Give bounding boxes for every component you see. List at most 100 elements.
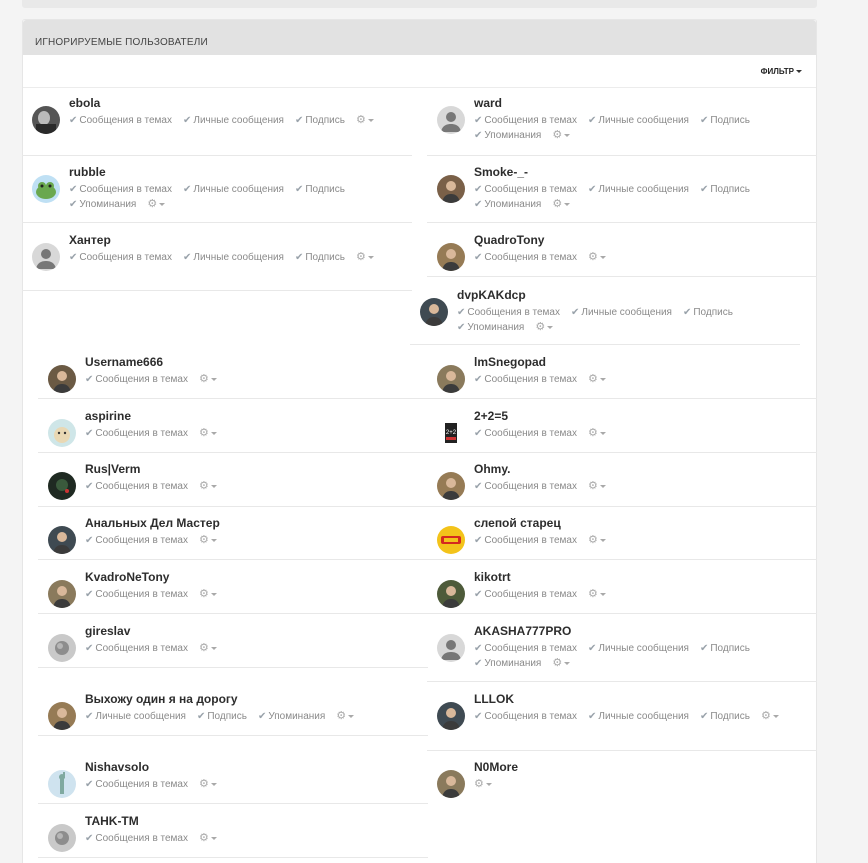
ignore-option-sig[interactable]: ✔ Подпись: [295, 113, 345, 128]
username-link[interactable]: Ohmy.: [474, 462, 510, 476]
ignore-option-pm[interactable]: ✔ Личные сообщения: [85, 709, 186, 724]
user-avatar[interactable]: [437, 526, 465, 554]
ignore-option-topics[interactable]: ✔ Сообщения в темах: [85, 587, 188, 602]
ignore-option-topics[interactable]: ✔ Сообщения в темах: [474, 587, 577, 602]
gear-icon[interactable]: ⚙: [356, 250, 374, 265]
user-avatar[interactable]: [48, 634, 76, 662]
user-avatar[interactable]: [48, 526, 76, 554]
gear-icon[interactable]: ⚙: [199, 831, 217, 846]
ignore-option-mentions[interactable]: ✔ Упоминания: [474, 128, 541, 143]
ignore-option-sig[interactable]: ✔ Подпись: [700, 182, 750, 197]
username-link[interactable]: AKASHA777PRO: [474, 624, 571, 638]
user-avatar[interactable]: [437, 175, 465, 203]
username-link[interactable]: QuadroTony: [474, 233, 544, 247]
gear-icon[interactable]: ⚙: [199, 479, 217, 494]
gear-icon[interactable]: ⚙: [588, 250, 606, 265]
user-avatar[interactable]: [32, 175, 60, 203]
ignore-option-topics[interactable]: ✔ Сообщения в темах: [85, 777, 188, 792]
ignore-option-mentions[interactable]: ✔ Упоминания: [474, 197, 541, 212]
ignore-option-sig[interactable]: ✔ Подпись: [700, 641, 750, 656]
ignore-option-pm[interactable]: ✔ Личные сообщения: [588, 182, 689, 197]
gear-icon[interactable]: ⚙: [535, 320, 554, 335]
user-avatar[interactable]: [437, 770, 465, 798]
gear-icon[interactable]: ⚙: [588, 372, 606, 387]
username-link[interactable]: Выхожу один я на дорогу: [85, 692, 238, 706]
ignore-option-sig[interactable]: ✔ Подпись: [295, 182, 345, 197]
gear-icon[interactable]: ⚙: [588, 426, 606, 441]
ignore-option-topics[interactable]: ✔ Сообщения в темах: [85, 426, 188, 441]
ignore-option-topics[interactable]: ✔ Сообщения в темах: [85, 533, 188, 548]
user-avatar[interactable]: [437, 580, 465, 608]
gear-icon[interactable]: ⚙: [761, 709, 779, 724]
user-avatar[interactable]: [420, 298, 448, 326]
gear-icon[interactable]: ⚙: [199, 641, 217, 656]
username-link[interactable]: gireslav: [85, 624, 130, 638]
user-avatar[interactable]: [48, 365, 76, 393]
user-avatar[interactable]: [32, 243, 60, 271]
user-avatar[interactable]: [48, 702, 76, 730]
username-link[interactable]: dvpKAKdcp: [457, 288, 526, 302]
username-link[interactable]: 2+2=5: [474, 409, 508, 423]
ignore-option-topics[interactable]: ✔ Сообщения в темах: [474, 479, 577, 494]
ignore-option-topics[interactable]: ✔ Сообщения в темах: [69, 113, 172, 128]
user-avatar[interactable]: [32, 106, 60, 134]
username-link[interactable]: lmSnegopad: [474, 355, 546, 369]
gear-icon[interactable]: ⚙: [199, 587, 217, 602]
ignore-option-topics[interactable]: ✔ Сообщения в темах: [474, 426, 577, 441]
user-avatar[interactable]: [437, 365, 465, 393]
username-link[interactable]: KvadroNeTony: [85, 570, 169, 584]
gear-icon[interactable]: ⚙: [474, 777, 492, 792]
ignore-option-sig[interactable]: ✔ Подпись: [197, 709, 247, 724]
ignore-option-sig[interactable]: ✔ Подпись: [295, 250, 345, 265]
user-avatar[interactable]: [437, 702, 465, 730]
gear-icon[interactable]: ⚙: [199, 372, 217, 387]
gear-icon[interactable]: ⚙: [552, 128, 571, 143]
ignore-option-topics[interactable]: ✔ Сообщения в темах: [474, 533, 577, 548]
ignore-option-topics[interactable]: ✔ Сообщения в темах: [69, 250, 172, 265]
username-link[interactable]: слепой старец: [474, 516, 561, 530]
ignore-option-pm[interactable]: ✔ Личные сообщения: [183, 182, 284, 197]
username-link[interactable]: LLLOK: [474, 692, 514, 706]
ignore-option-sig[interactable]: ✔ Подпись: [683, 305, 733, 320]
user-avatar[interactable]: [437, 243, 465, 271]
ignore-option-sig[interactable]: ✔ Подпись: [700, 709, 750, 724]
username-link[interactable]: Анальных Дел Мастер: [85, 516, 220, 530]
ignore-option-topics[interactable]: ✔ Сообщения в темах: [474, 182, 577, 197]
ignore-option-topics[interactable]: ✔ Сообщения в темах: [457, 305, 560, 320]
gear-icon[interactable]: ⚙: [588, 533, 606, 548]
ignore-option-pm[interactable]: ✔ Личные сообщения: [588, 709, 689, 724]
gear-icon[interactable]: ⚙: [199, 777, 217, 792]
ignore-option-pm[interactable]: ✔ Личные сообщения: [571, 305, 672, 320]
username-link[interactable]: kikotrt: [474, 570, 511, 584]
user-avatar[interactable]: 2+2: [437, 419, 465, 447]
ignore-option-pm[interactable]: ✔ Личные сообщения: [183, 113, 284, 128]
username-link[interactable]: Хантер: [69, 233, 111, 247]
ignore-option-mentions[interactable]: ✔ Упоминания: [69, 197, 136, 212]
gear-icon[interactable]: ⚙: [552, 656, 571, 671]
ignore-option-topics[interactable]: ✔ Сообщения в темах: [85, 372, 188, 387]
username-link[interactable]: TAHK-TM: [85, 814, 139, 828]
user-avatar[interactable]: [437, 472, 465, 500]
username-link[interactable]: N0More: [474, 760, 518, 774]
gear-icon[interactable]: ⚙: [336, 709, 355, 724]
ignore-option-pm[interactable]: ✔ Личные сообщения: [588, 113, 689, 128]
ignore-option-topics[interactable]: ✔ Сообщения в темах: [474, 250, 577, 265]
user-avatar[interactable]: [48, 472, 76, 500]
username-link[interactable]: Nishavsolo: [85, 760, 149, 774]
gear-icon[interactable]: ⚙: [356, 113, 374, 128]
user-avatar[interactable]: [48, 580, 76, 608]
user-avatar[interactable]: [437, 634, 465, 662]
username-link[interactable]: Rus|Verm: [85, 462, 140, 476]
ignore-option-sig[interactable]: ✔ Подпись: [700, 113, 750, 128]
ignore-option-pm[interactable]: ✔ Личные сообщения: [588, 641, 689, 656]
gear-icon[interactable]: ⚙: [199, 426, 217, 441]
username-link[interactable]: Smoke-_-: [474, 165, 528, 179]
username-link[interactable]: Username666: [85, 355, 163, 369]
username-link[interactable]: aspirine: [85, 409, 131, 423]
ignore-option-topics[interactable]: ✔ Сообщения в темах: [69, 182, 172, 197]
username-link[interactable]: ebola: [69, 96, 100, 110]
ignore-option-mentions[interactable]: ✔ Упоминания: [457, 320, 524, 335]
ignore-option-topics[interactable]: ✔ Сообщения в темах: [474, 372, 577, 387]
user-avatar[interactable]: [48, 770, 76, 798]
ignore-option-topics[interactable]: ✔ Сообщения в темах: [85, 641, 188, 656]
